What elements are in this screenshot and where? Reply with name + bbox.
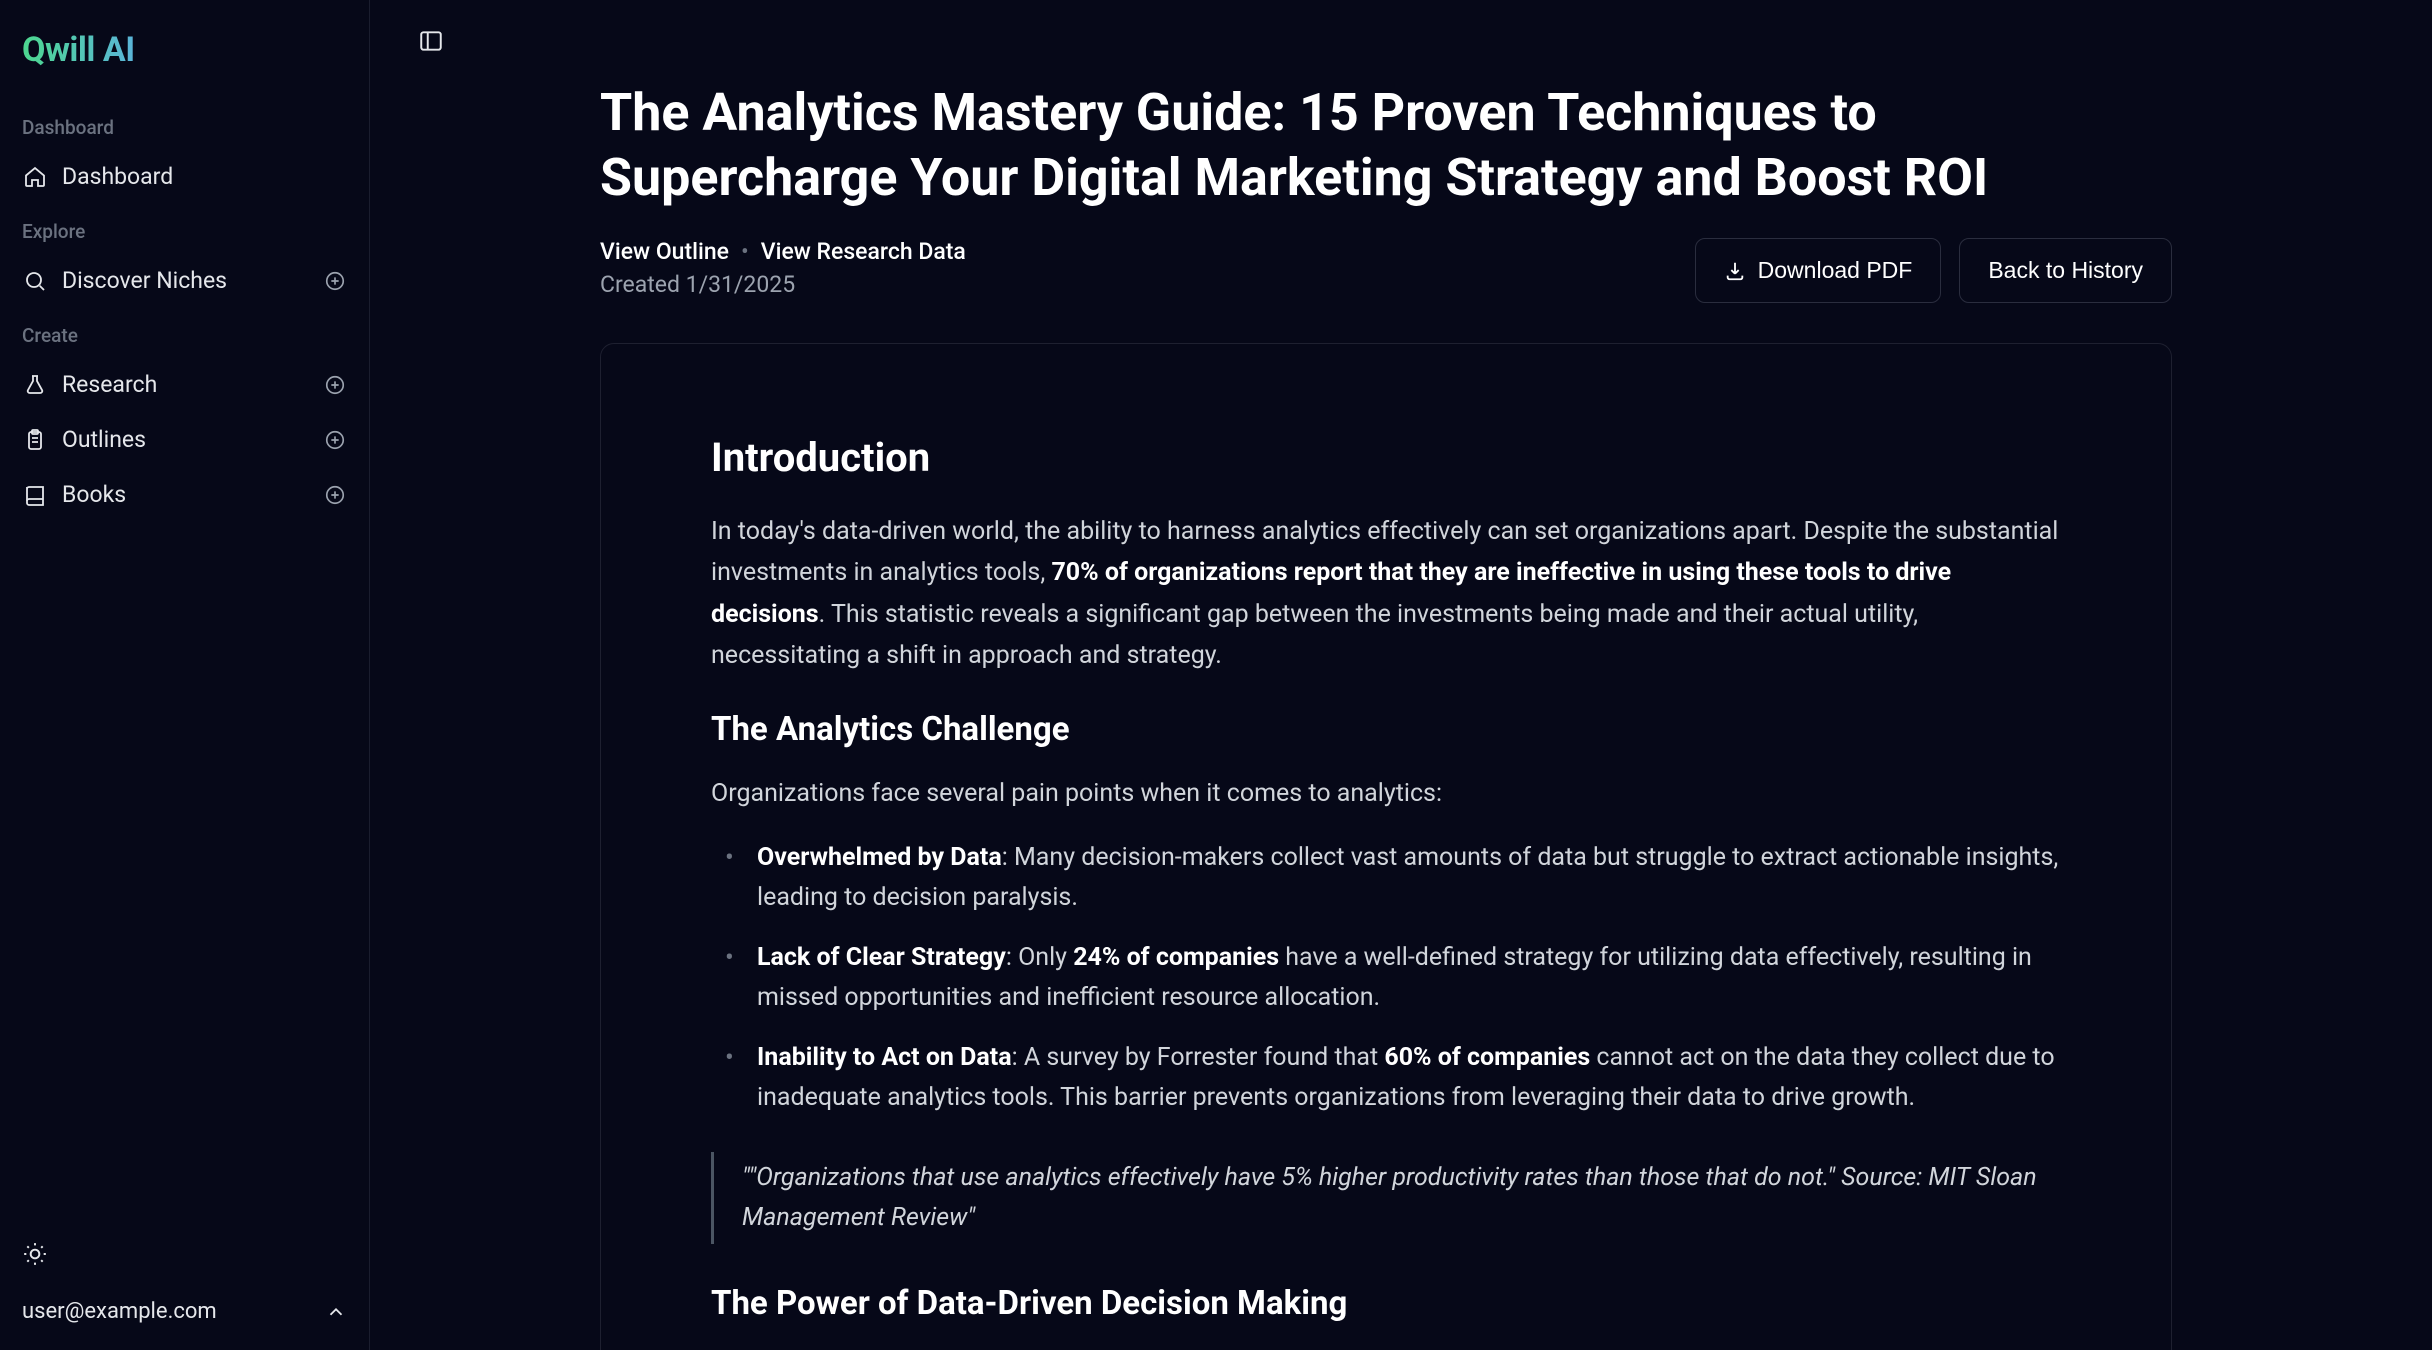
sidebar-collapse-button[interactable] — [418, 28, 448, 58]
sun-icon — [22, 1241, 48, 1267]
nav-dashboard[interactable]: Dashboard — [0, 149, 369, 204]
nav-outlines[interactable]: Outlines — [0, 412, 369, 467]
flask-icon — [22, 372, 48, 398]
sidebar: Qwill AI Dashboard Dashboard Explore Dis… — [0, 0, 370, 1350]
nav-discover-label: Discover Niches — [62, 267, 309, 294]
power-heading: The Power of Data-Driven Decision Making — [711, 1284, 2061, 1323]
theme-toggle[interactable] — [0, 1227, 369, 1285]
challenge-list: Overwhelmed by Data: Many decision-maker… — [711, 838, 2061, 1118]
separator-dot: • — [741, 238, 749, 265]
brand-logo: Qwill AI — [0, 20, 369, 100]
nav-books-label: Books — [62, 481, 309, 508]
home-icon — [22, 164, 48, 190]
challenge-heading: The Analytics Challenge — [711, 710, 2061, 749]
user-menu[interactable]: user@example.com — [0, 1285, 369, 1330]
nav-dashboard-label: Dashboard — [62, 163, 347, 190]
nav-research[interactable]: Research — [0, 357, 369, 412]
view-research-link[interactable]: View Research Data — [761, 238, 966, 265]
plus-circle-icon[interactable] — [323, 373, 347, 397]
blockquote: ""Organizations that use analytics effec… — [711, 1152, 2061, 1244]
clipboard-icon — [22, 427, 48, 453]
main-content: The Analytics Mastery Guide: 15 Proven T… — [370, 0, 2432, 1350]
list-item: Inability to Act on Data: A survey by Fo… — [745, 1038, 2061, 1118]
nav-outlines-label: Outlines — [62, 426, 309, 453]
search-icon — [22, 268, 48, 294]
intro-heading: Introduction — [711, 434, 2061, 481]
plus-circle-icon[interactable] — [323, 269, 347, 293]
section-label-create: Create — [0, 308, 369, 357]
view-outline-link[interactable]: View Outline — [600, 238, 729, 265]
section-label-explore: Explore — [0, 204, 369, 253]
back-history-label: Back to History — [1988, 257, 2143, 284]
nav-books[interactable]: Books — [0, 467, 369, 522]
challenge-lead: Organizations face several pain points w… — [711, 773, 2061, 814]
list-item: Lack of Clear Strategy: Only 24% of comp… — [745, 938, 2061, 1018]
download-icon — [1724, 260, 1746, 282]
user-email: user@example.com — [22, 1299, 217, 1324]
nav-research-label: Research — [62, 371, 309, 398]
intro-paragraph: In today's data-driven world, the abilit… — [711, 511, 2061, 676]
plus-circle-icon[interactable] — [323, 483, 347, 507]
page-title: The Analytics Mastery Guide: 15 Proven T… — [600, 80, 2172, 210]
download-pdf-label: Download PDF — [1758, 257, 1913, 284]
section-label-dashboard: Dashboard — [0, 100, 369, 149]
meta-row: View Outline • View Research Data Create… — [600, 238, 2172, 303]
document-card: Introduction In today's data-driven worl… — [600, 343, 2172, 1350]
created-date: Created 1/31/2025 — [600, 271, 966, 298]
chevron-up-icon — [325, 1301, 347, 1323]
panel-left-icon — [418, 28, 444, 54]
book-icon — [22, 482, 48, 508]
download-pdf-button[interactable]: Download PDF — [1695, 238, 1942, 303]
back-to-history-button[interactable]: Back to History — [1959, 238, 2172, 303]
nav-discover-niches[interactable]: Discover Niches — [0, 253, 369, 308]
plus-circle-icon[interactable] — [323, 428, 347, 452]
list-item: Overwhelmed by Data: Many decision-maker… — [745, 838, 2061, 918]
